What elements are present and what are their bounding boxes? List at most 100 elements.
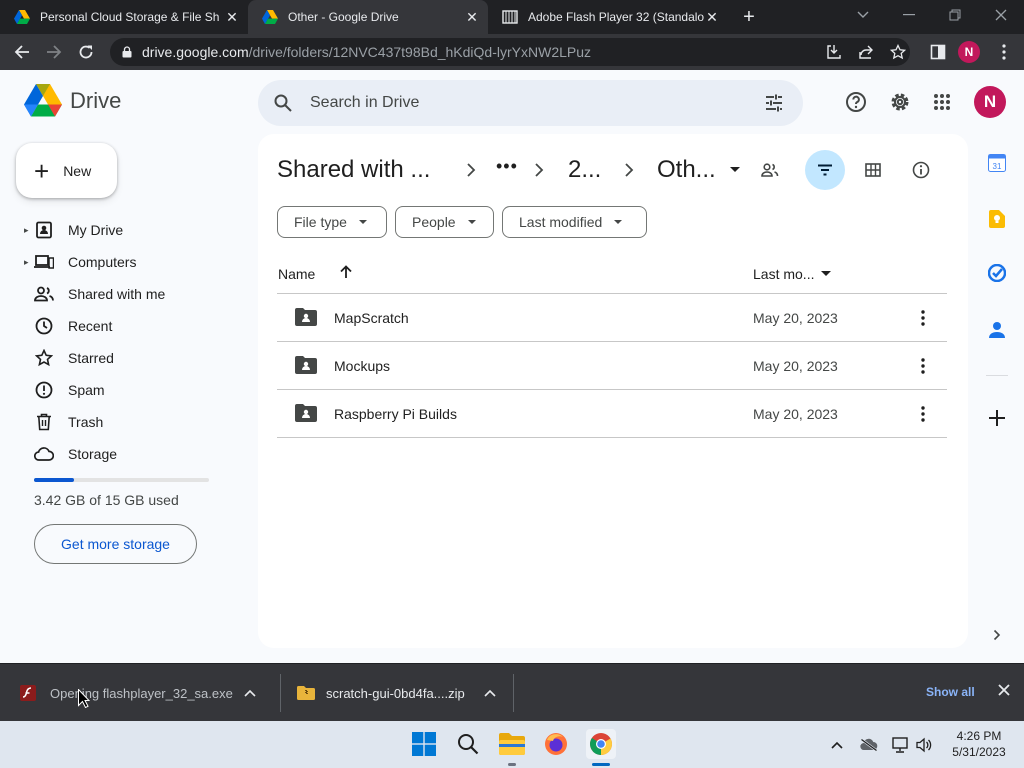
star-icon <box>34 348 54 368</box>
sidebar-item-spam[interactable]: Spam <box>0 374 240 406</box>
table-row[interactable]: Raspberry Pi Builds May 20, 2023 <box>277 390 947 438</box>
search-options-icon[interactable] <box>764 93 784 113</box>
last-modified-filter-chip[interactable]: Last modified <box>502 206 647 238</box>
chevron-up-icon[interactable] <box>484 689 496 697</box>
sidebar-item-starred[interactable]: Starred <box>0 342 240 374</box>
sidebar-item-storage[interactable]: Storage <box>0 438 240 470</box>
taskbar-clock[interactable]: 4:26 PM 5/31/2023 <box>940 728 1018 760</box>
mouse-cursor-icon <box>78 689 90 708</box>
sidebar-item-computers[interactable]: ▸ Computers <box>0 246 240 278</box>
side-panel-icon[interactable] <box>928 42 948 62</box>
keep-icon[interactable] <box>986 208 1008 230</box>
reload-button[interactable] <box>72 38 100 66</box>
contacts-icon[interactable] <box>986 319 1008 341</box>
add-addon-icon[interactable] <box>986 407 1008 429</box>
more-actions-icon[interactable] <box>911 306 935 330</box>
taskbar-search-icon[interactable] <box>454 730 482 758</box>
close-window-button[interactable] <box>978 0 1024 30</box>
help-icon[interactable] <box>844 90 868 114</box>
last-modified-column-header[interactable]: Last mo... <box>753 266 814 282</box>
details-info-icon[interactable] <box>901 150 941 190</box>
close-tab-icon[interactable]: ✕ <box>464 9 480 25</box>
chip-label: People <box>412 214 456 230</box>
search-bar[interactable] <box>258 80 803 126</box>
address-bar[interactable]: drive.google.com/drive/folders/12NVC437t… <box>110 38 910 66</box>
sidebar-item-trash[interactable]: Trash <box>0 406 240 438</box>
restore-window-button[interactable] <box>932 0 978 30</box>
sidebar-item-label: Recent <box>68 318 113 334</box>
google-drive-icon <box>24 84 62 117</box>
install-app-icon[interactable] <box>824 42 844 62</box>
search-icon[interactable] <box>274 94 292 112</box>
calendar-icon[interactable]: 31 <box>986 152 1008 174</box>
breadcrumb-shared-with-me[interactable]: Shared with ... <box>277 156 430 184</box>
new-button[interactable]: + New <box>16 143 117 198</box>
share-icon[interactable] <box>856 42 876 62</box>
google-drive-icon <box>14 10 30 24</box>
file-modified-date: May 20, 2023 <box>753 358 838 374</box>
breadcrumb-current-folder[interactable]: Oth... <box>657 156 716 184</box>
sort-ascending-arrow-icon[interactable] <box>339 265 353 279</box>
chip-label: Last modified <box>519 214 603 230</box>
download-divider <box>513 674 514 712</box>
manage-access-icon[interactable] <box>750 150 790 190</box>
expand-caret-icon[interactable]: ▸ <box>24 257 29 268</box>
chevron-right-icon <box>534 162 548 178</box>
volume-icon[interactable] <box>914 735 934 755</box>
chevron-right-icon <box>466 162 480 178</box>
minimize-window-button[interactable] <box>886 0 932 30</box>
close-tab-icon[interactable]: ✕ <box>704 9 720 25</box>
get-more-storage-button[interactable]: Get more storage <box>34 524 197 564</box>
hide-panel-chevron-icon[interactable] <box>986 624 1008 646</box>
file-explorer-icon[interactable] <box>498 730 526 758</box>
download-item[interactable]: Opening flashplayer_32_sa.exe... <box>20 664 270 722</box>
tab-search-icon[interactable] <box>840 0 886 30</box>
browser-profile-avatar[interactable]: N <box>958 41 980 63</box>
breadcrumb-more-ellipsis[interactable]: ••• <box>496 156 518 177</box>
chevron-up-icon[interactable] <box>244 689 256 697</box>
onedrive-offline-icon[interactable] <box>859 735 879 755</box>
chrome-icon[interactable] <box>586 729 616 759</box>
back-button[interactable] <box>8 38 36 66</box>
panel-divider <box>986 375 1008 376</box>
network-icon[interactable] <box>890 735 910 755</box>
close-shelf-icon[interactable] <box>998 684 1014 700</box>
sidebar-item-my-drive[interactable]: ▸ My Drive <box>0 214 240 246</box>
sidebar-item-recent[interactable]: Recent <box>0 310 240 342</box>
drive-logo[interactable]: Drive <box>24 84 121 117</box>
show-all-downloads-link[interactable]: Show all <box>926 685 975 699</box>
bookmark-star-icon[interactable] <box>888 42 908 62</box>
more-actions-icon[interactable] <box>911 354 935 378</box>
tasks-icon[interactable] <box>986 262 1008 284</box>
people-filter-chip[interactable]: People <box>395 206 494 238</box>
download-item[interactable]: scratch-gui-0bd4fa....zip <box>297 664 502 722</box>
plus-icon: + <box>34 155 50 186</box>
expand-caret-icon[interactable]: ▸ <box>24 225 29 236</box>
tab-adobe-flash-player[interactable]: Adobe Flash Player 32 (Standalon ✕ <box>488 0 728 34</box>
breadcrumb-parent-folder[interactable]: 2... <box>568 156 601 184</box>
forward-button[interactable] <box>40 38 68 66</box>
firefox-icon[interactable] <box>542 730 570 758</box>
sidebar-item-shared-with-me[interactable]: Shared with me <box>0 278 240 310</box>
windows-start-icon[interactable] <box>410 730 438 758</box>
search-input[interactable] <box>310 94 730 112</box>
file-type-filter-chip[interactable]: File type <box>277 206 387 238</box>
grid-view-icon[interactable] <box>853 150 893 190</box>
show-hidden-icons-chevron-icon[interactable] <box>827 735 847 755</box>
table-row[interactable]: MapScratch May 20, 2023 <box>277 294 947 342</box>
google-apps-icon[interactable] <box>930 90 954 114</box>
column-dropdown-icon[interactable] <box>821 271 831 277</box>
browser-menu-icon[interactable] <box>994 42 1014 62</box>
close-tab-icon[interactable]: ✕ <box>224 9 240 25</box>
more-actions-icon[interactable] <box>911 402 935 426</box>
tab-personal-cloud-storage[interactable]: Personal Cloud Storage & File Sh ✕ <box>0 0 248 34</box>
folder-menu-dropdown-icon[interactable] <box>730 167 740 173</box>
download-shelf: Opening flashplayer_32_sa.exe... scratch… <box>0 663 1024 721</box>
new-tab-button[interactable]: + <box>738 6 760 28</box>
name-column-header[interactable]: Name <box>278 266 315 282</box>
flash-icon <box>20 685 36 701</box>
filter-toggle-icon[interactable] <box>805 150 845 190</box>
table-row[interactable]: Mockups May 20, 2023 <box>277 342 947 390</box>
settings-gear-icon[interactable] <box>888 90 912 114</box>
tab-other-google-drive[interactable]: Other - Google Drive ✕ <box>248 0 488 34</box>
